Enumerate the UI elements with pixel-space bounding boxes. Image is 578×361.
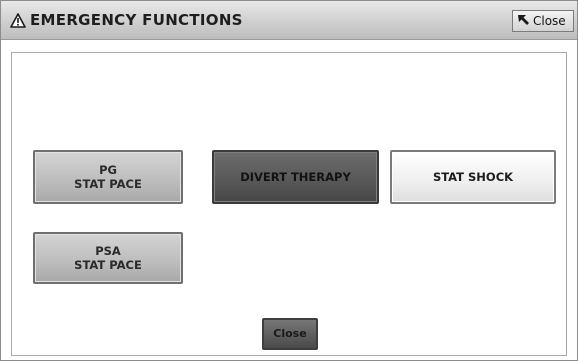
pg-stat-pace-line1: PG [99, 163, 117, 177]
psa-stat-pace-button[interactable]: PSA STAT PACE [33, 232, 183, 284]
psa-stat-pace-line1: PSA [95, 244, 121, 258]
warning-icon [10, 13, 26, 28]
window-title: EMERGENCY FUNCTIONS [30, 11, 243, 29]
title-bar: EMERGENCY FUNCTIONS Close [1, 1, 577, 40]
resize-arrow-icon [518, 15, 529, 25]
close-button[interactable]: Close [262, 318, 318, 350]
divert-therapy-button[interactable]: DIVERT THERAPY [212, 150, 379, 204]
divert-therapy-label: DIVERT THERAPY [240, 170, 351, 184]
emergency-functions-window: EMERGENCY FUNCTIONS Close PG STAT PACE D… [0, 0, 578, 361]
pg-stat-pace-button[interactable]: PG STAT PACE [33, 150, 183, 204]
title-close-label: Close [533, 14, 566, 28]
pg-stat-pace-line2: STAT PACE [74, 177, 142, 191]
stat-shock-button[interactable]: STAT SHOCK [390, 150, 556, 204]
stat-shock-label: STAT SHOCK [432, 170, 514, 184]
close-button-label: Close [273, 327, 307, 340]
functions-panel: PG STAT PACE DIVERT THERAPY STAT SHOCK P… [11, 52, 567, 356]
psa-stat-pace-line2: STAT PACE [74, 258, 142, 272]
title-close-button[interactable]: Close [512, 10, 574, 32]
